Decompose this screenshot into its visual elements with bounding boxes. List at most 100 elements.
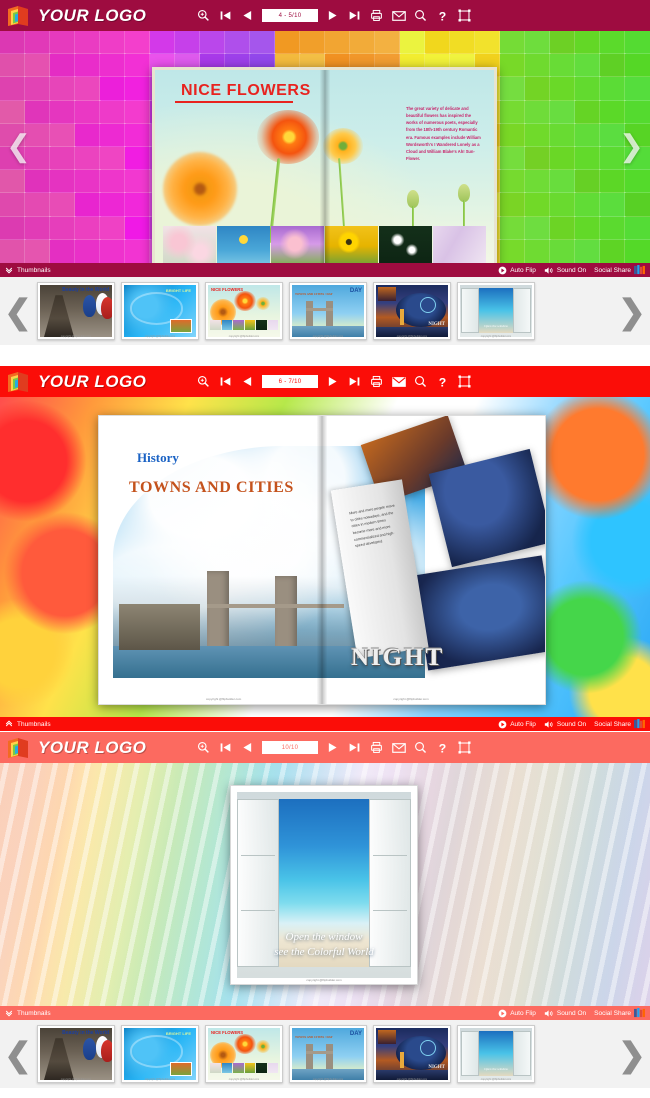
play-circle-icon xyxy=(498,720,507,729)
search-icon[interactable] xyxy=(413,8,428,23)
logo[interactable]: YOUR LOGO xyxy=(0,4,190,28)
fullscreen-icon[interactable] xyxy=(457,8,472,23)
photo-cherry-blossom xyxy=(163,226,216,263)
search-icon[interactable] xyxy=(413,374,428,389)
last-page-icon[interactable] xyxy=(347,374,362,389)
zoom-in-icon[interactable] xyxy=(196,740,211,755)
list-item[interactable]: Beauty in the World copyright @flipbuild… xyxy=(37,1025,115,1083)
next-page-icon[interactable] xyxy=(325,740,340,755)
thumb-caption: copyright @flipbuilder.com xyxy=(396,1078,428,1081)
prev-page-icon[interactable] xyxy=(240,374,255,389)
photo-white-blossom xyxy=(379,226,432,263)
page-overlay-word: NIGHT xyxy=(351,644,445,671)
page-title-line1: Open the window xyxy=(285,931,363,944)
list-item[interactable]: Open the window copyright @flipbuilder.c… xyxy=(457,282,535,340)
fullscreen-icon[interactable] xyxy=(457,740,472,755)
last-page-icon[interactable] xyxy=(347,740,362,755)
page-title-line2: see the Colorful World xyxy=(274,946,374,959)
page-body-text: More and more people move to cities nowa… xyxy=(349,503,395,549)
bottom-control-bar: Thumbnails Auto Flip Sound On Social Sha… xyxy=(0,1006,650,1020)
help-icon[interactable]: ? xyxy=(435,740,450,755)
auto-flip-label: Auto Flip xyxy=(510,720,536,728)
sound-toggle-button[interactable]: Sound On xyxy=(544,266,586,275)
list-item[interactable]: NIGHT copyright @flipbuilder.com xyxy=(373,282,451,340)
next-page-icon[interactable] xyxy=(325,8,340,23)
flipbook-spread[interactable]: History TOWNS AND CITIES More and more p… xyxy=(98,415,546,705)
tray-next-arrow[interactable]: ❯ xyxy=(618,1038,646,1071)
list-item[interactable]: NIGHT copyright @flipbuilder.com xyxy=(373,1025,451,1083)
tray-prev-arrow[interactable]: ❮ xyxy=(4,295,32,328)
social-share-button[interactable]: Social Share xyxy=(594,719,645,729)
svg-text:?: ? xyxy=(439,9,446,23)
social-share-label: Social Share xyxy=(594,720,631,728)
photo-lavender xyxy=(433,226,486,263)
page-number-input[interactable]: 4 - 5/10 xyxy=(262,9,318,22)
email-icon[interactable] xyxy=(391,740,406,755)
photo-blue-fence xyxy=(217,226,270,263)
social-share-button[interactable]: Social Share xyxy=(594,1008,645,1018)
first-page-icon[interactable] xyxy=(218,8,233,23)
first-page-icon[interactable] xyxy=(218,374,233,389)
thumb-title: BRIGHT LIFE xyxy=(165,1031,191,1036)
zoom-in-icon[interactable] xyxy=(196,374,211,389)
search-icon[interactable] xyxy=(413,740,428,755)
prev-page-arrow[interactable]: ❮ xyxy=(6,132,31,162)
list-item[interactable]: Open the window copyright @flipbuilder.c… xyxy=(457,1025,535,1083)
fullscreen-icon[interactable] xyxy=(457,374,472,389)
list-item[interactable]: NICE FLOWERS copyright @flipbuilder.com xyxy=(205,1025,283,1083)
credit-left: copyright @flipbuilder.com xyxy=(206,697,242,701)
list-item[interactable]: DAY TOWNS AND CITIES / DAY copyright @fl… xyxy=(289,1025,367,1083)
zoom-in-icon[interactable] xyxy=(196,8,211,23)
share-grid-icon xyxy=(634,1008,645,1018)
prev-page-icon[interactable] xyxy=(240,740,255,755)
thumbnails-toggle[interactable]: Thumbnails xyxy=(5,720,51,728)
auto-flip-button[interactable]: Auto Flip xyxy=(498,1009,536,1018)
social-share-button[interactable]: Social Share xyxy=(594,265,645,275)
thumbnails-toggle[interactable]: Thumbnails xyxy=(5,1009,51,1017)
list-item[interactable]: DAY TOWNS AND CITIES / DAY copyright @fl… xyxy=(289,282,367,340)
flipbook-panel-red: YOUR LOGO 6 - 7/10 ? History TOWNS AND C… xyxy=(0,366,650,732)
list-item[interactable]: Beauty in the World copyright @flipbuild… xyxy=(37,282,115,340)
book-stage: ❮ ❯ NICE FLOWERS The great variety of de… xyxy=(0,31,650,263)
print-icon[interactable] xyxy=(369,8,384,23)
tray-prev-arrow[interactable]: ❮ xyxy=(4,1038,32,1071)
next-page-arrow[interactable]: ❯ xyxy=(619,132,644,162)
book-stack-icon xyxy=(6,736,32,760)
print-icon[interactable] xyxy=(369,374,384,389)
logo[interactable]: YOUR LOGO xyxy=(0,370,190,394)
sound-toggle-button[interactable]: Sound On xyxy=(544,720,586,729)
help-icon[interactable]: ? xyxy=(435,8,450,23)
list-item[interactable]: BRIGHT LIFE copyright @flipbuilder.com xyxy=(121,1025,199,1083)
logo[interactable]: YOUR LOGO xyxy=(0,736,190,760)
auto-flip-button[interactable]: Auto Flip xyxy=(498,720,536,729)
page-photo-strip xyxy=(163,226,486,263)
thumbnails-toggle[interactable]: Thumbnails xyxy=(5,266,51,274)
play-circle-icon xyxy=(498,1009,507,1018)
flipbook-spread[interactable]: NICE FLOWERS The great variety of delica… xyxy=(152,67,497,263)
thumb-caption: copyright @flipbuilder.com xyxy=(396,335,428,338)
page-number-input[interactable]: 10/10 xyxy=(262,741,318,754)
thumb-caption: copyright @flipbuilder.com xyxy=(480,335,512,338)
flower-bloom-center xyxy=(257,110,319,164)
toolbar-controls: 4 - 5/10 ? xyxy=(196,8,472,23)
tray-next-arrow[interactable]: ❯ xyxy=(618,295,646,328)
last-page-icon[interactable] xyxy=(347,8,362,23)
thumb-caption: copyright @flipbuilder.com xyxy=(228,1078,260,1081)
flipbook-spread[interactable]: Open the window see the Colorful World c… xyxy=(230,785,418,985)
list-item[interactable]: NICE FLOWERS copyright @flipbuilder.com xyxy=(205,282,283,340)
auto-flip-button[interactable]: Auto Flip xyxy=(498,266,536,275)
toolbar: YOUR LOGO 4 - 5/10 ? xyxy=(0,0,650,31)
first-page-icon[interactable] xyxy=(218,740,233,755)
prev-page-icon[interactable] xyxy=(240,8,255,23)
email-icon[interactable] xyxy=(391,374,406,389)
list-item[interactable]: BRIGHT LIFE copyright @flipbuilder.com xyxy=(121,282,199,340)
help-icon[interactable]: ? xyxy=(435,374,450,389)
play-circle-icon xyxy=(498,266,507,275)
email-icon[interactable] xyxy=(391,8,406,23)
page-number-input[interactable]: 6 - 7/10 xyxy=(262,375,318,388)
book-stage: History TOWNS AND CITIES More and more p… xyxy=(0,397,650,717)
thumbnails-label: Thumbnails xyxy=(17,266,51,274)
sound-toggle-button[interactable]: Sound On xyxy=(544,1009,586,1018)
print-icon[interactable] xyxy=(369,740,384,755)
next-page-icon[interactable] xyxy=(325,374,340,389)
